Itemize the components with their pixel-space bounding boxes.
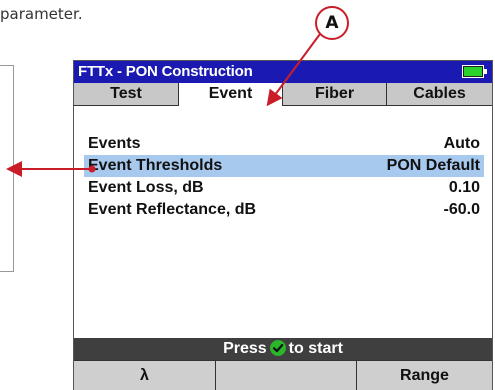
setting-label: Event Loss, dB xyxy=(88,179,204,196)
softkey-2[interactable] xyxy=(215,361,356,390)
status-bar: Press to start xyxy=(74,338,492,360)
softkey-bar: λ Range xyxy=(74,360,492,390)
battery-fill xyxy=(464,67,482,76)
setting-label: Events xyxy=(88,135,141,152)
setting-value: PON Default xyxy=(386,157,480,174)
setting-row-events[interactable]: Events Auto xyxy=(84,133,484,155)
device-screen: FTTx - PON Construction Test Event Fiber… xyxy=(73,60,493,390)
setting-label: Event Reflectance, dB xyxy=(88,201,257,218)
callout-a: A xyxy=(315,6,349,40)
check-icon xyxy=(269,340,286,356)
setting-value: 0.10 xyxy=(448,179,480,196)
window-title: FTTx - PON Construction xyxy=(78,63,253,80)
status-prefix: Press xyxy=(223,340,267,357)
tab-cables[interactable]: Cables xyxy=(386,83,492,105)
tab-event[interactable]: Event xyxy=(178,83,282,106)
setting-row-event-thresholds[interactable]: Event Thresholds PON Default xyxy=(84,155,484,177)
setting-value: Auto xyxy=(443,135,480,152)
setting-row-event-loss[interactable]: Event Loss, dB 0.10 xyxy=(84,177,484,199)
tab-fiber[interactable]: Fiber xyxy=(282,83,386,105)
setting-label: Event Thresholds xyxy=(88,157,223,174)
softkey-range[interactable]: Range xyxy=(356,361,492,390)
battery-icon xyxy=(462,65,487,78)
title-bar: FTTx - PON Construction xyxy=(74,61,492,83)
intro-text: parameter. xyxy=(0,5,83,23)
setting-value: -60.0 xyxy=(443,201,480,218)
side-panel-edge xyxy=(0,65,14,272)
softkey-wavelength[interactable]: λ xyxy=(74,361,215,390)
tab-bar: Test Event Fiber Cables xyxy=(74,83,492,106)
setting-row-event-reflectance[interactable]: Event Reflectance, dB -60.0 xyxy=(84,199,484,221)
status-suffix: to start xyxy=(288,340,343,357)
tab-test[interactable]: Test xyxy=(74,83,178,105)
